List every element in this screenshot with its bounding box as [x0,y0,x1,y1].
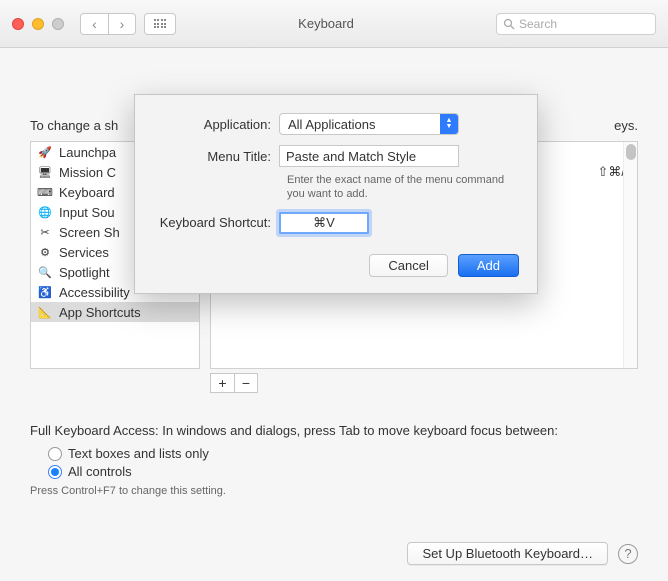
menu-title-label: Menu Title: [153,149,279,164]
search-placeholder: Search [519,17,557,31]
sidebar-item-label: App Shortcuts [59,305,141,320]
titlebar: ‹ › Keyboard Search [0,0,668,48]
nav-buttons: ‹ › [80,13,136,35]
remove-shortcut-button[interactable]: − [234,373,258,393]
menu-title-input[interactable]: Paste and Match Style [279,145,459,167]
sidebar-item-label: Input Sou [59,205,115,220]
application-label: Application: [153,117,279,132]
close-window-button[interactable] [12,18,24,30]
sidebar-item-label: Launchpa [59,145,116,160]
add-shortcut-button[interactable]: + [210,373,234,393]
fka-radio-all-controls[interactable]: All controls [48,464,638,479]
radio-icon [48,465,62,479]
fka-radio-text-boxes[interactable]: Text boxes and lists only [48,446,638,461]
screenshots-icon: ✂ [37,224,53,240]
forward-button[interactable]: › [108,13,136,35]
fka-radio-group: Text boxes and lists only All controls [48,446,638,479]
radio-label: Text boxes and lists only [68,446,209,461]
chevron-right-icon: › [120,16,125,32]
select-arrows-icon: ▲▼ [440,114,458,134]
window-controls [12,18,64,30]
scrollbar[interactable] [623,142,637,368]
search-field[interactable]: Search [496,13,656,35]
select-value: All Applications [288,117,375,132]
spotlight-icon: 🔍 [37,264,53,280]
shortcut-cell: ⇧⌘/ [597,164,625,180]
add-button[interactable]: Add [458,254,519,277]
help-icon: ? [624,546,631,561]
scroll-thumb[interactable] [626,144,636,160]
services-icon: ⚙ [37,244,53,260]
sidebar-item-label: Services [59,245,109,260]
sheet-actions: Cancel Add [153,254,519,277]
search-icon [503,18,515,30]
add-remove-buttons: + − [210,373,638,393]
application-select[interactable]: All Applications ▲▼ [279,113,459,135]
window-title: Keyboard [196,16,496,31]
content-area: To change a sh eys. 🚀Launchpa 🖥Mission C… [0,48,668,581]
back-button[interactable]: ‹ [80,13,108,35]
show-all-button[interactable] [144,13,176,35]
sidebar-item-label: Keyboard [59,185,115,200]
launchpad-icon: 🚀 [37,144,53,160]
chevron-left-icon: ‹ [92,16,97,32]
app-shortcuts-icon: 📐 [37,304,53,320]
cancel-button[interactable]: Cancel [369,254,447,277]
footer: Set Up Bluetooth Keyboard… ? [407,542,638,565]
zoom-window-button[interactable] [52,18,64,30]
sidebar-item-app-shortcuts[interactable]: 📐 App Shortcuts [31,302,199,322]
sidebar-item-label: Spotlight [59,265,110,280]
sidebar-item-label: Mission C [59,165,116,180]
add-shortcut-sheet: Application: All Applications ▲▼ Menu Ti… [134,94,538,294]
minimize-window-button[interactable] [32,18,44,30]
keyboard-shortcut-label: Keyboard Shortcut: [153,215,279,230]
sidebar-item-label: Accessibility [59,285,130,300]
keyboard-shortcut-input[interactable]: ⌘V [279,212,369,234]
preferences-window: ‹ › Keyboard Search To change a sh eys. … [0,0,668,581]
mission-control-icon: 🖥 [37,164,53,180]
keyboard-icon: ⌨ [37,184,53,200]
accessibility-icon: ♿ [37,284,53,300]
fka-hint: Press Control+F7 to change this setting. [30,485,638,497]
grid-icon [154,19,167,28]
menu-title-help: Enter the exact name of the menu command… [287,173,517,202]
bluetooth-keyboard-button[interactable]: Set Up Bluetooth Keyboard… [407,542,608,565]
input-sources-icon: 🌐 [37,204,53,220]
help-button[interactable]: ? [618,544,638,564]
radio-label: All controls [68,464,132,479]
radio-icon [48,447,62,461]
full-keyboard-access-label: Full Keyboard Access: In windows and dia… [30,423,638,438]
sidebar-item-label: Screen Sh [59,225,120,240]
